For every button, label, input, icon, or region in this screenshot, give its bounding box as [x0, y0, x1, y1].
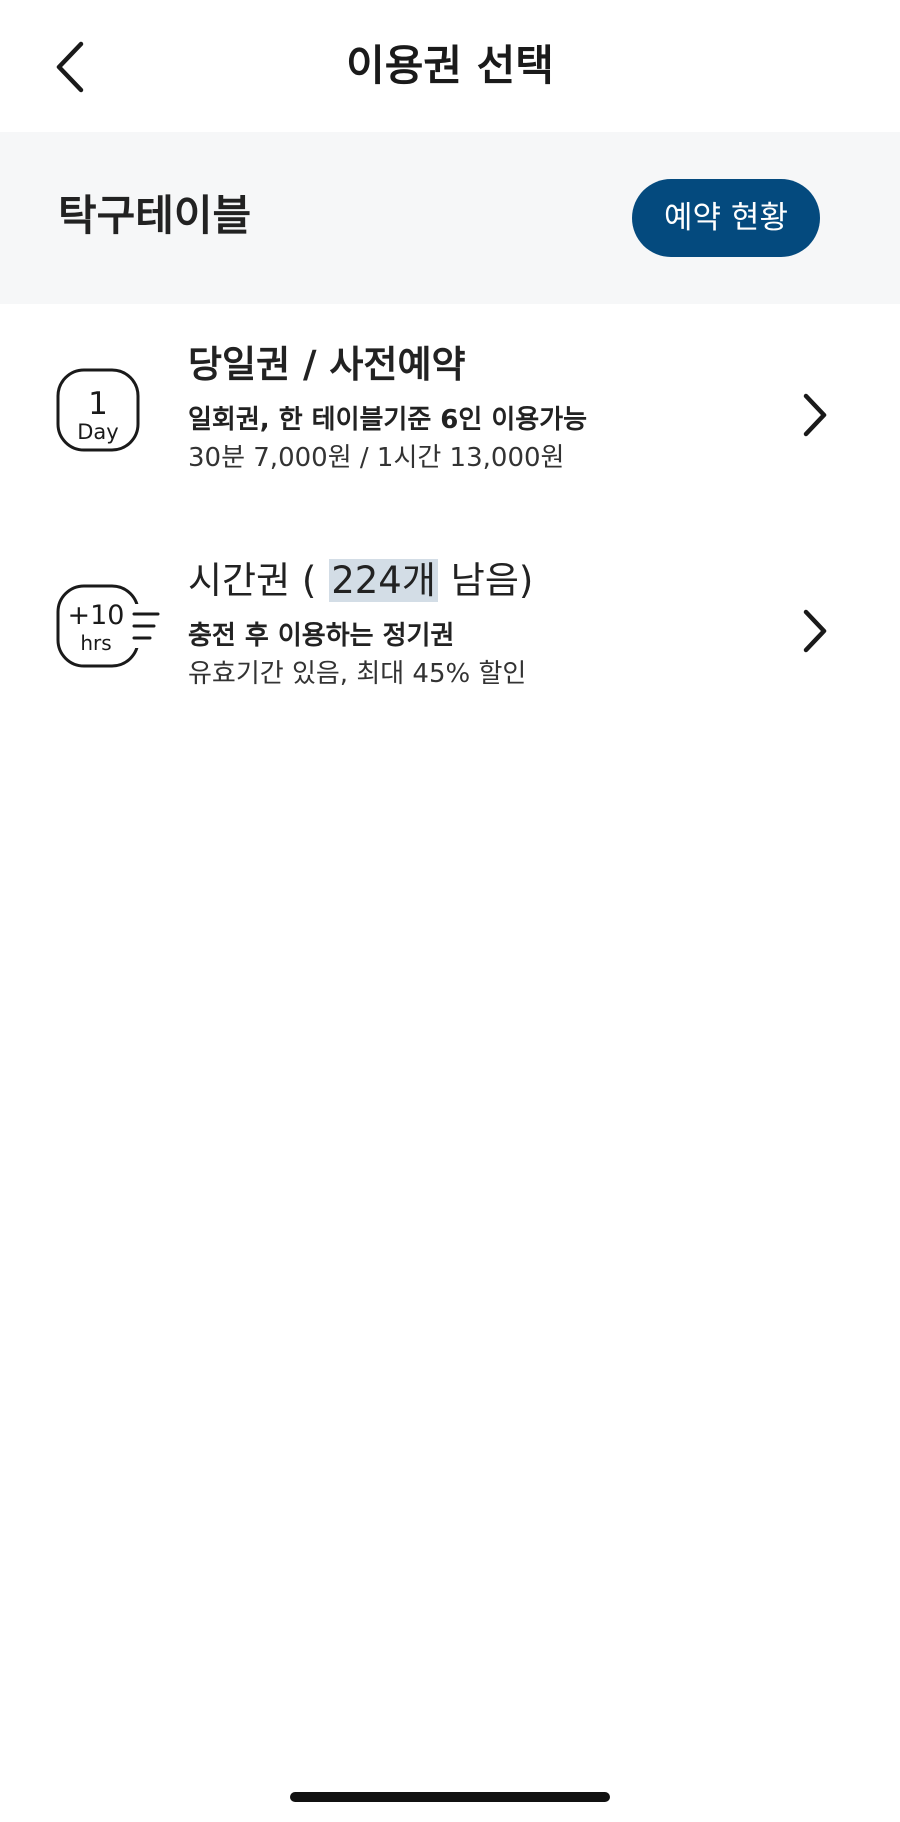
home-indicator	[290, 1792, 610, 1802]
chevron-right-icon	[803, 609, 827, 653]
ticket-title: 당일권 / 사전예약	[188, 343, 466, 386]
chevron-right-icon	[803, 393, 827, 437]
ticket-title-prefix: 시간권 (	[188, 559, 317, 602]
venue-bar: 탁구테이블 예약 현황	[0, 132, 900, 304]
venue-name: 탁구테이블	[58, 191, 252, 240]
hours-icon-number: +10	[68, 600, 125, 631]
ticket-title-suffix: 남음)	[450, 559, 534, 602]
ticket-title: 시간권 ( 224개 남음)	[188, 556, 533, 606]
page-title: 이용권 선택	[346, 41, 554, 90]
ticket-item-hour-pass[interactable]: +10 hrs 시간권 ( 224개 남음) 충전 후 이용하는 정기권 유효기…	[0, 538, 900, 738]
one-day-icon: 1 Day	[56, 368, 140, 452]
ticket-price: 유효기간 있음, 최대 45% 할인	[188, 659, 527, 689]
one-day-icon-number: 1	[88, 386, 108, 422]
ticket-description: 충전 후 이용하는 정기권	[188, 621, 455, 651]
one-day-icon-unit: Day	[77, 420, 118, 444]
remaining-count: 224개	[329, 559, 438, 602]
plus-ten-hours-icon: +10 hrs	[56, 584, 160, 668]
ticket-description: 일회권, 한 테이블기준 6인 이용가능	[188, 405, 588, 435]
reservation-status-button[interactable]: 예약 현황	[632, 179, 820, 257]
ticket-item-day-pass[interactable]: 1 Day 당일권 / 사전예약 일회권, 한 테이블기준 6인 이용가능 30…	[0, 322, 900, 522]
top-app-bar: 이용권 선택	[0, 0, 900, 132]
ticket-price: 30분 7,000원 / 1시간 13,000원	[188, 443, 565, 473]
hours-icon-unit: hrs	[80, 631, 111, 655]
